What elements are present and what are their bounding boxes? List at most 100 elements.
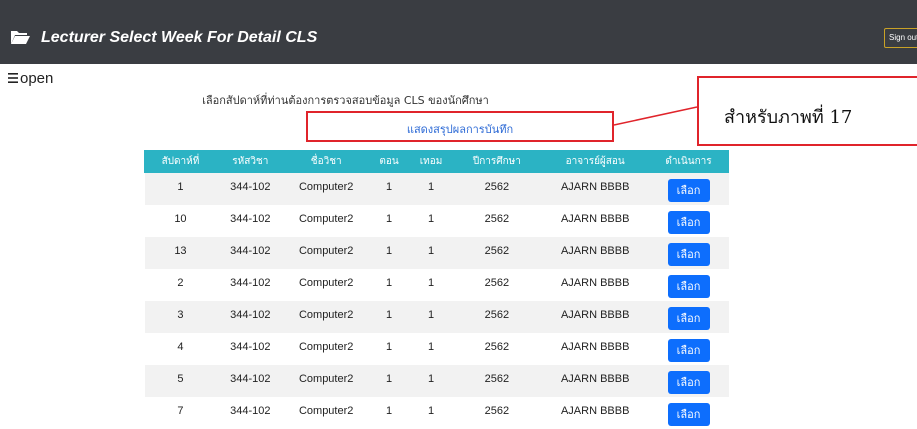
cell-term: 1: [410, 396, 452, 429]
cell-action: เลือก: [648, 172, 729, 205]
cell-lecturer: AJARN BBBB: [541, 396, 649, 429]
col-action: ดำเนินการ: [648, 150, 729, 173]
cell-lecturer: AJARN BBBB: [541, 300, 649, 333]
table-row: 1 344-102 Computer2 1 1 2562 AJARN BBBB เลือก: [144, 172, 729, 205]
cell-week: 4: [144, 332, 217, 365]
select-week-button[interactable]: เลือก: [667, 338, 710, 362]
cell-course-name: Computer2: [284, 268, 369, 301]
folder-open-icon: [11, 31, 30, 44]
cell-week: 7: [144, 396, 217, 429]
cell-week: 5: [144, 364, 217, 397]
cell-section: 1: [368, 364, 411, 397]
table-row: 7 344-102 Computer2 1 1 2562 AJARN BBBB เลือก: [144, 396, 729, 429]
cell-course-code: 344-102: [216, 300, 285, 333]
table-row: 3 344-102 Computer2 1 1 2562 AJARN BBBB เลือก: [144, 300, 729, 333]
select-week-button[interactable]: เลือก: [667, 402, 710, 426]
cell-term: 1: [410, 204, 452, 237]
cell-course-name: Computer2: [284, 300, 369, 333]
select-week-button[interactable]: เลือก: [667, 210, 710, 234]
cell-year: 2562: [452, 300, 542, 333]
cell-week: 2: [144, 268, 217, 301]
weeks-table: สัปดาห์ที่ รหัสวิชา ชื่อวิชา ตอน เทอม ปี…: [144, 150, 729, 429]
open-label: open: [20, 70, 54, 87]
table-row: 5 344-102 Computer2 1 1 2562 AJARN BBBB เลือก: [144, 364, 729, 397]
cell-term: 1: [410, 172, 452, 205]
col-section: ตอน: [367, 150, 411, 173]
cell-course-name: Computer2: [284, 204, 369, 237]
cell-week: 3: [144, 300, 217, 333]
cell-course-code: 344-102: [216, 236, 285, 269]
cell-action: เลือก: [648, 396, 729, 429]
sign-out-button[interactable]: Sign out: [884, 28, 917, 48]
cell-section: 1: [368, 268, 411, 301]
cell-term: 1: [410, 364, 452, 397]
cell-course-name: Computer2: [284, 364, 369, 397]
cell-lecturer: AJARN BBBB: [541, 204, 649, 237]
col-course-code: รหัสวิชา: [215, 150, 285, 173]
select-week-button[interactable]: เลือก: [667, 242, 710, 266]
top-navbar: Lecturer Select Week For Detail CLS Sign…: [0, 0, 917, 64]
page-title: Lecturer Select Week For Detail CLS: [41, 29, 318, 46]
cell-action: เลือก: [648, 204, 729, 237]
cell-lecturer: AJARN BBBB: [541, 332, 649, 365]
cell-year: 2562: [452, 236, 542, 269]
cell-year: 2562: [452, 172, 542, 205]
table-row: 13 344-102 Computer2 1 1 2562 AJARN BBBB เลือก: [144, 236, 729, 269]
cell-action: เลือก: [648, 364, 729, 397]
cell-lecturer: AJARN BBBB: [541, 364, 649, 397]
annotation-callout: สำหรับภาพที่ 17: [697, 76, 917, 146]
col-year: ปีการศึกษา: [451, 150, 543, 173]
summary-highlight-box: แสดงสรุปผลการบันทึก: [306, 111, 614, 142]
cell-term: 1: [410, 332, 452, 365]
cell-course-code: 344-102: [216, 332, 285, 365]
cell-year: 2562: [452, 364, 542, 397]
cell-week: 10: [144, 204, 217, 237]
cell-course-code: 344-102: [216, 172, 285, 205]
cell-course-name: Computer2: [284, 172, 369, 205]
select-week-button[interactable]: เลือก: [667, 274, 710, 298]
cell-term: 1: [410, 268, 452, 301]
instruction-label: เลือกสัปดาห์ที่ท่านต้องการตรวจสอบข้อมูล …: [202, 94, 489, 107]
open-menu-link[interactable]: open: [8, 70, 53, 87]
cell-year: 2562: [452, 396, 542, 429]
cell-section: 1: [368, 172, 411, 205]
cell-course-name: Computer2: [284, 396, 369, 429]
cell-year: 2562: [452, 204, 542, 237]
callout-text: สำหรับภาพที่ 17: [724, 107, 853, 128]
cell-section: 1: [368, 332, 411, 365]
cell-action: เลือก: [648, 268, 729, 301]
cell-term: 1: [410, 236, 452, 269]
cell-year: 2562: [452, 332, 542, 365]
select-week-button[interactable]: เลือก: [667, 179, 710, 202]
cell-lecturer: AJARN BBBB: [541, 172, 649, 205]
cell-section: 1: [368, 396, 411, 429]
select-week-button[interactable]: เลือก: [667, 370, 710, 394]
cell-week: 1: [144, 172, 217, 205]
summary-link[interactable]: แสดงสรุปผลการบันทึก: [308, 120, 612, 138]
select-week-button[interactable]: เลือก: [667, 306, 710, 330]
cell-term: 1: [410, 300, 452, 333]
cell-action: เลือก: [648, 236, 729, 269]
col-term: เทอม: [409, 150, 453, 173]
table-row: 4 344-102 Computer2 1 1 2562 AJARN BBBB เลือก: [144, 332, 729, 365]
col-lecturer: อาจารย์ผู้สอน: [541, 150, 650, 173]
table-header-row: สัปดาห์ที่ รหัสวิชา ชื่อวิชา ตอน เทอม ปี…: [144, 150, 729, 173]
cell-action: เลือก: [648, 300, 729, 333]
cell-section: 1: [368, 236, 411, 269]
col-week: สัปดาห์ที่: [144, 150, 217, 173]
cell-course-code: 344-102: [216, 396, 285, 429]
cell-week: 13: [144, 236, 217, 269]
cell-course-name: Computer2: [284, 236, 369, 269]
cell-course-code: 344-102: [216, 204, 285, 237]
col-course-name: ชื่อวิชา: [283, 150, 369, 173]
cell-section: 1: [368, 300, 411, 333]
cell-action: เลือก: [648, 332, 729, 365]
cell-section: 1: [368, 204, 411, 237]
hamburger-icon: [8, 73, 18, 83]
cell-course-code: 344-102: [216, 364, 285, 397]
table-row: 10 344-102 Computer2 1 1 2562 AJARN BBBB เลือก: [144, 204, 729, 237]
cell-year: 2562: [452, 268, 542, 301]
table-row: 2 344-102 Computer2 1 1 2562 AJARN BBBB เลือก: [144, 268, 729, 301]
cell-course-name: Computer2: [284, 332, 369, 365]
cell-course-code: 344-102: [216, 268, 285, 301]
